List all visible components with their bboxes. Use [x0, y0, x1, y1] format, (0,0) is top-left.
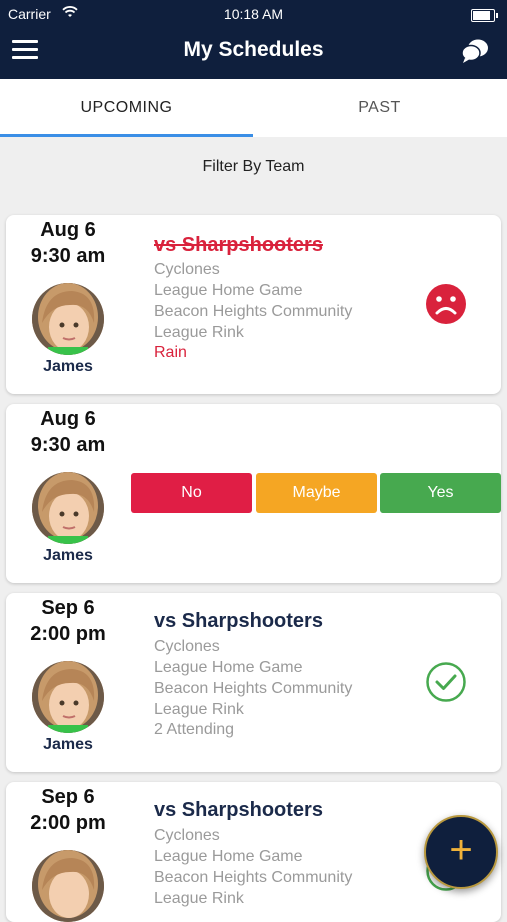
event-detail: League Rink	[154, 890, 244, 907]
navigation-bar: Carrier 10:18 AM My Schedules	[0, 0, 507, 79]
event-detail: Cyclones	[154, 827, 220, 844]
avatar	[32, 283, 104, 355]
event-time: 9:30 am	[30, 245, 106, 267]
event-title: vs Sharpshooters	[154, 610, 323, 632]
event-time: 9:30 am	[30, 434, 106, 456]
event-card[interactable]: Sep 6 2:00 pm James vs Sharpshooters Cyc…	[6, 593, 501, 772]
avatar	[32, 661, 104, 733]
event-date: Aug 6	[40, 219, 96, 241]
rsvp-no-button[interactable]: No	[131, 473, 252, 513]
event-date: Aug 6	[40, 408, 96, 430]
event-note: Rain	[154, 344, 187, 361]
page-title: My Schedules	[183, 38, 324, 61]
player-name: James	[43, 547, 93, 564]
event-detail: League Home Game	[154, 282, 303, 299]
player-name: James	[43, 736, 93, 753]
event-detail: League Home Game	[154, 848, 303, 865]
clock: 10:18 AM	[223, 6, 284, 22]
attending-count: 2 Attending	[154, 721, 235, 738]
status-bar: Carrier 10:18 AM	[0, 0, 507, 28]
event-detail: Beacon Heights Community	[154, 680, 353, 697]
avatar	[32, 850, 104, 922]
event-detail: Cyclones	[154, 638, 220, 655]
filter-by-team-button[interactable]: Filter By Team	[0, 158, 507, 176]
check-circle-icon	[426, 662, 466, 702]
event-detail: League Rink	[154, 324, 244, 341]
event-time: 2:00 pm	[30, 623, 106, 645]
sad-face-icon	[426, 284, 466, 324]
event-date: Sep 6	[41, 786, 95, 808]
rsvp-yes-button[interactable]: Yes	[380, 473, 501, 513]
rsvp-maybe-button[interactable]: Maybe	[256, 473, 377, 513]
event-detail: Beacon Heights Community	[154, 303, 353, 320]
event-detail: League Home Game	[154, 659, 303, 676]
player-name: James	[43, 358, 93, 375]
event-detail: League Rink	[154, 701, 244, 718]
event-card[interactable]: Aug 6 9:30 am James No Maybe Yes	[6, 404, 501, 583]
avatar	[32, 472, 104, 544]
tab-bar: UPCOMING PAST	[0, 79, 507, 137]
event-title: vs Sharpshooters	[154, 799, 323, 821]
event-detail: Beacon Heights Community	[154, 869, 353, 886]
event-title: vs Sharpshooters	[154, 234, 323, 256]
active-tab-indicator	[0, 134, 253, 137]
event-detail: Cyclones	[154, 261, 220, 278]
battery-icon	[471, 9, 498, 22]
tab-upcoming[interactable]: UPCOMING	[0, 79, 253, 137]
add-event-button[interactable]: +	[424, 815, 498, 889]
event-date: Sep 6	[41, 597, 95, 619]
chat-bubbles-icon[interactable]	[461, 38, 489, 64]
event-card[interactable]: Aug 6 9:30 am James vs Sharpshooters Cyc…	[6, 215, 501, 394]
event-time: 2:00 pm	[30, 812, 106, 834]
tab-past[interactable]: PAST	[253, 79, 506, 137]
